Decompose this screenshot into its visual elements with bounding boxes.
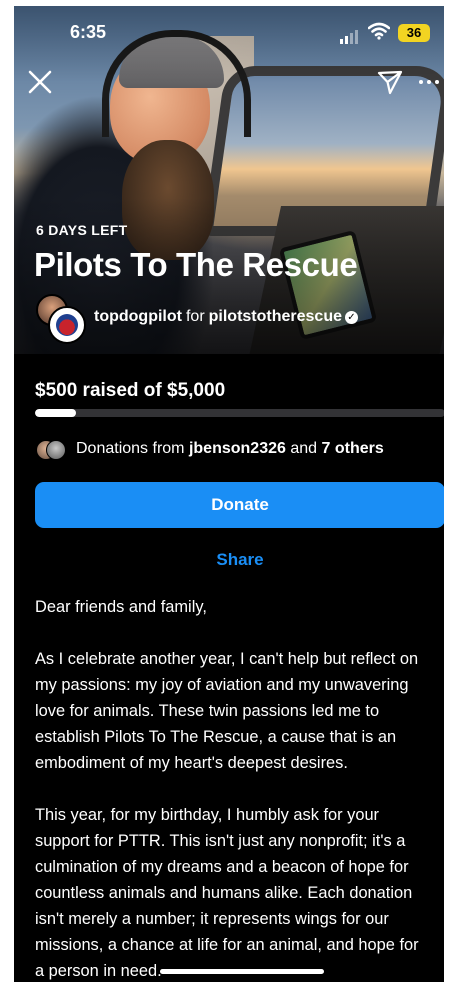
app-screen: 6:35 36 6 DAYS LEFT Pilots To The Rescue… [14, 6, 444, 982]
share-button[interactable]: Share [14, 550, 444, 570]
beneficiary-avatar [48, 306, 86, 344]
pttr-logo-icon [56, 314, 78, 336]
donations-summary[interactable]: Donations from jbenson2326 and 7 others [76, 440, 384, 458]
organizer-username[interactable]: topdogpilot [94, 308, 182, 325]
donations-prefix: Donations from [76, 440, 185, 457]
beneficiary-username[interactable]: pilotstotherescue [209, 308, 342, 325]
organizer-avatars[interactable] [36, 294, 88, 346]
cellular-signal-icon [340, 26, 360, 44]
description-paragraph-1: As I celebrate another year, I can't hel… [35, 650, 419, 772]
donor-avatar [46, 440, 66, 460]
donate-button[interactable]: Donate [35, 482, 444, 528]
status-bar: 6:35 36 [14, 6, 444, 56]
and-text: and [290, 440, 318, 457]
progress-bar [35, 409, 444, 417]
for-text: for [185, 308, 205, 325]
others-count[interactable]: 7 others [322, 440, 384, 457]
organizer-line: topdogpilot for pilotstotherescue ✓ [94, 308, 358, 326]
greeting-text: Dear friends and family, [35, 598, 207, 616]
campaign-title: Pilots To The Rescue [34, 246, 358, 283]
fundraiser-description: Dear friends and family, As I celebrate … [35, 594, 444, 982]
battery-icon: 36 [398, 24, 430, 42]
close-icon[interactable] [26, 68, 54, 96]
status-time: 6:35 [70, 22, 107, 42]
send-icon[interactable] [376, 68, 404, 96]
days-left-label: 6 DAYS LEFT [36, 222, 128, 238]
wifi-icon [367, 22, 391, 45]
raised-amount: $500 raised of $5,000 [35, 380, 226, 401]
verified-badge-icon: ✓ [345, 311, 358, 324]
progress-bar-fill [35, 409, 76, 417]
more-icon[interactable] [416, 68, 442, 96]
description-paragraph-2: This year, for my birthday, I humbly ask… [35, 806, 419, 980]
top-donor-username[interactable]: jbenson2326 [189, 440, 286, 457]
home-indicator[interactable] [160, 969, 324, 974]
